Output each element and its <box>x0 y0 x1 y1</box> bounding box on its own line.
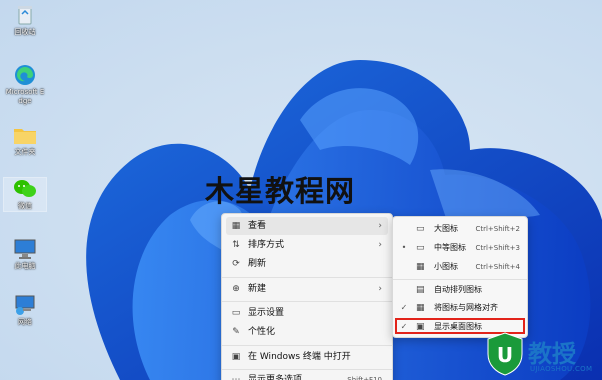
recycle-bin-icon <box>12 4 38 26</box>
desktop-icon-label: Microsoft Edge <box>5 88 45 105</box>
menu-item-more-options[interactable]: ⋯ 显示更多选项 Shift+F10 <box>226 371 388 380</box>
site-watermark: 木星教程网 <box>205 174 356 208</box>
desktop-icon-label: 回收站 <box>14 28 36 36</box>
display-icon: ▭ <box>231 308 241 318</box>
submenu-item-shortcut: Ctrl+Shift+4 <box>475 263 520 271</box>
svg-text:U: U <box>497 343 513 367</box>
submenu-item-medium-icons[interactable]: • ▭ 中等图标 Ctrl+Shift+3 <box>396 239 524 257</box>
submenu-item-label: 自动排列图标 <box>434 285 482 294</box>
radio-dot: • <box>401 243 407 252</box>
submenu-item-small-icons[interactable]: ▦ 小图标 Ctrl+Shift+4 <box>396 258 524 276</box>
chevron-right-icon: › <box>378 284 382 294</box>
chevron-right-icon: › <box>378 221 382 231</box>
desktop-icon-folder[interactable]: 文件夹 <box>4 124 46 157</box>
menu-item-new[interactable]: ⊕ 新建 › <box>226 280 388 298</box>
menu-item-display-settings[interactable]: ▭ 显示设置 <box>226 304 388 322</box>
menu-item-label: 查看 <box>248 221 267 231</box>
desktop-icon-recycle-bin[interactable]: 回收站 <box>4 4 46 37</box>
submenu-item-label: 小图标 <box>434 262 458 271</box>
brush-icon: ✎ <box>232 327 240 337</box>
desktop-icon-label: 网络 <box>18 318 32 326</box>
submenu-item-label: 中等图标 <box>434 243 466 252</box>
computer-icon <box>12 238 38 260</box>
menu-divider <box>222 369 392 370</box>
menu-item-label: 刷新 <box>248 259 267 269</box>
sort-icon: ⇅ <box>232 240 240 250</box>
refresh-icon: ⟳ <box>232 259 240 269</box>
submenu-item-auto-arrange[interactable]: ▤ 自动排列图标 <box>396 281 524 299</box>
desktop-icon-network[interactable]: 网络 <box>4 294 46 327</box>
menu-item-label: 显示设置 <box>248 308 285 318</box>
edge-icon <box>12 64 38 86</box>
auto-arrange-icon: ▤ <box>416 285 425 295</box>
submenu-item-large-icons[interactable]: ▭ 大图标 Ctrl+Shift+2 <box>396 220 524 238</box>
desktop-icon-label: 此电脑 <box>14 262 36 270</box>
menu-divider <box>222 277 392 278</box>
large-icons-icon: ▭ <box>416 224 425 234</box>
more-icon: ⋯ <box>231 375 241 380</box>
menu-item-label: 排序方式 <box>248 240 285 250</box>
menu-divider <box>222 301 392 302</box>
folder-icon <box>12 124 38 146</box>
wechat-icon <box>12 178 38 200</box>
menu-item-view[interactable]: ▦ 查看 › <box>226 217 388 235</box>
menu-item-shortcut: Shift+F10 <box>347 376 382 380</box>
submenu-divider <box>393 279 527 280</box>
submenu-item-label: 将图标与网格对齐 <box>434 303 498 312</box>
menu-item-personalize[interactable]: ✎ 个性化 <box>226 323 388 341</box>
network-icon <box>12 294 38 316</box>
submenu-item-shortcut: Ctrl+Shift+2 <box>475 225 520 233</box>
menu-item-label: 在 Windows 终端 中打开 <box>248 352 351 362</box>
submenu-item-label: 大图标 <box>434 224 458 233</box>
logo-word: 教授 <box>528 340 576 368</box>
menu-item-open-terminal[interactable]: ▣ 在 Windows 终端 中打开 <box>226 348 388 366</box>
desktop-icon-label: 微信 <box>18 202 32 210</box>
check-icon: ✓ <box>400 303 408 312</box>
chevron-right-icon: › <box>378 240 382 250</box>
grid-icon: ▦ <box>231 221 241 231</box>
small-icons-icon: ▦ <box>416 262 425 272</box>
desktop-context-menu: ▦ 查看 › ⇅ 排序方式 › ⟳ 刷新 ⊕ 新建 › ▭ 显示设置 ✎ 个性化 <box>221 213 393 380</box>
logo-url: UJIAOSHOU.COM <box>530 365 593 373</box>
terminal-icon: ▣ <box>231 352 241 362</box>
desktop-icon-edge[interactable]: Microsoft Edge <box>4 64 46 106</box>
desktop-icon-computer[interactable]: 此电脑 <box>4 238 46 271</box>
desktop-icon-wechat[interactable]: 微信 <box>3 177 47 212</box>
menu-item-label: 新建 <box>248 284 267 294</box>
submenu-item-shortcut: Ctrl+Shift+3 <box>475 244 520 252</box>
menu-divider <box>222 345 392 346</box>
plus-icon: ⊕ <box>232 284 240 294</box>
desktop-icon-label: 文件夹 <box>14 148 36 156</box>
medium-icons-icon: ▭ <box>416 243 425 253</box>
align-grid-icon: ▦ <box>416 303 425 313</box>
menu-item-label: 显示更多选项 <box>248 375 303 380</box>
site-logo: U 教授 UJIAOSHOU.COM <box>482 330 602 380</box>
submenu-item-align-grid[interactable]: ✓ ▦ 将图标与网格对齐 <box>396 299 524 317</box>
menu-item-refresh[interactable]: ⟳ 刷新 <box>226 255 388 273</box>
shield-logo-icon: U <box>487 332 523 376</box>
menu-item-label: 个性化 <box>248 327 276 337</box>
desktop[interactable]: 回收站 Microsoft Edge 文件夹 微信 此电脑 网络 木星教程网 ▦… <box>0 0 602 380</box>
menu-item-sort[interactable]: ⇅ 排序方式 › <box>226 236 388 254</box>
